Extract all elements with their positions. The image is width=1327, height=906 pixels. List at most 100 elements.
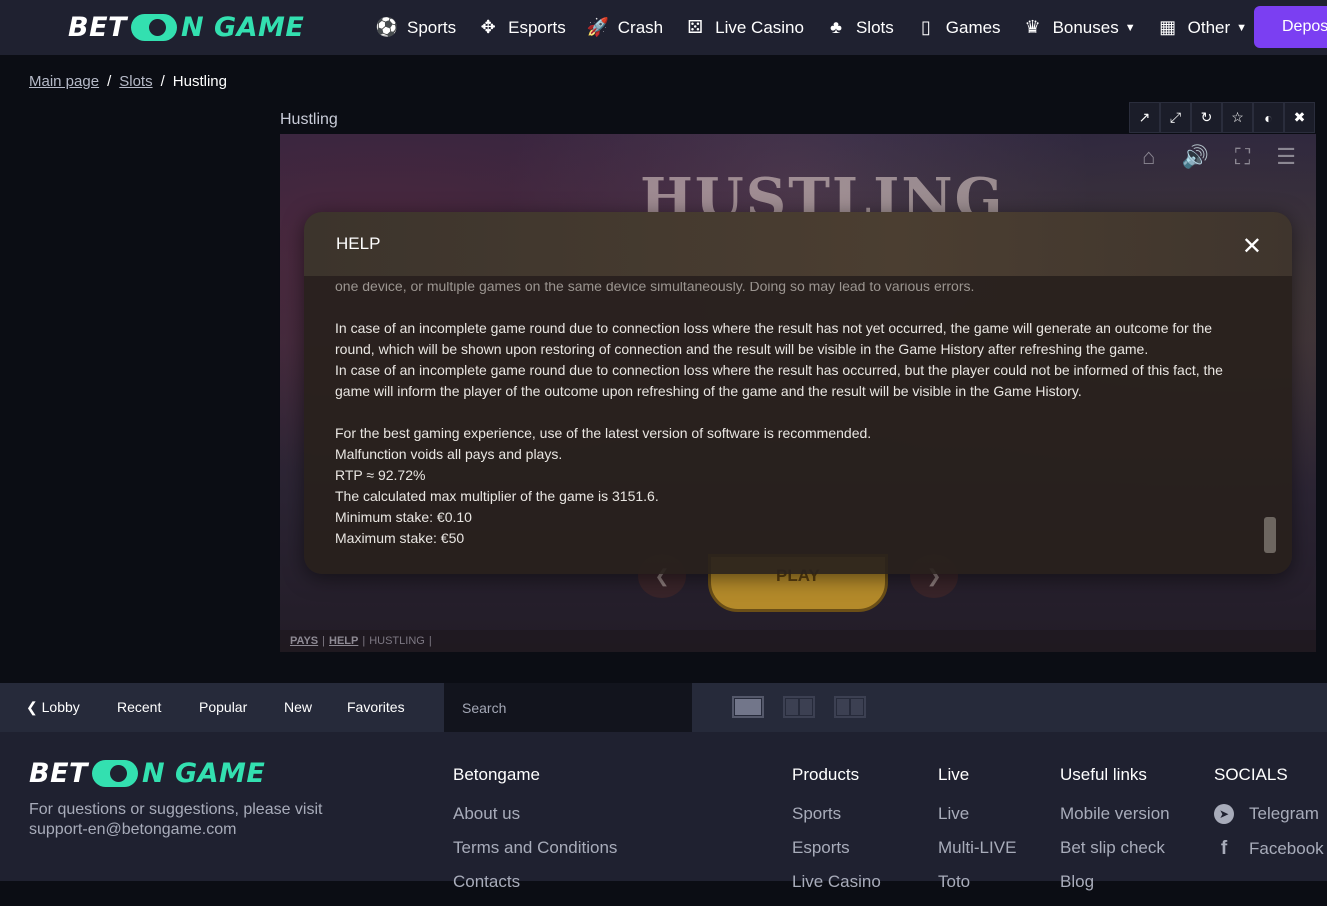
facebook-icon: f: [1220, 838, 1228, 859]
nav-item-sports[interactable]: ⚽ Sports: [376, 17, 456, 39]
lobby-label: Lobby: [41, 699, 80, 715]
nav-item-bonuses[interactable]: ♛ Bonuses ▼: [1022, 17, 1136, 39]
footer-column-useful-links: Useful links Mobile version Bet slip che…: [1060, 765, 1170, 906]
social-label: Facebook: [1249, 839, 1324, 858]
help-text: Malfunction voids all pays and plays.: [335, 446, 563, 462]
breadcrumb-separator: /: [107, 73, 112, 90]
footer-heading: Betongame: [453, 765, 540, 784]
deposit-button[interactable]: Depos: [1254, 6, 1327, 48]
game-nav-bar: ❮ Lobby Recent Popular New Favorites Sea…: [0, 683, 1327, 732]
footer-link[interactable]: Mobile version: [1060, 804, 1170, 824]
soccer-ball-icon: ⚽: [375, 17, 399, 37]
logo-text-bet: BET: [29, 757, 88, 789]
site-logo[interactable]: BET N GAME: [68, 11, 304, 43]
telegram-link[interactable]: ➤ Telegram: [1214, 804, 1324, 824]
footer-logo[interactable]: BET N GAME: [29, 757, 266, 789]
tab-new[interactable]: New: [284, 699, 312, 715]
support-email[interactable]: support-en@betongame.com: [29, 820, 322, 840]
dice-icon: ⚄: [687, 17, 703, 37]
footer-heading: Useful links: [1060, 765, 1147, 784]
social-label: Telegram: [1249, 804, 1319, 823]
footer-link[interactable]: Terms and Conditions: [453, 838, 617, 858]
logo-text-bet: BET: [68, 11, 127, 43]
gamepad-icon: ✥: [480, 17, 496, 37]
footer-heading: Products: [792, 765, 860, 784]
tab-popular[interactable]: Popular: [199, 699, 247, 715]
help-dialog-content: one device, or multiple games on the sam…: [335, 282, 1235, 549]
breadcrumb: Main page / Slots / Hustling: [29, 73, 227, 90]
close-icon[interactable]: ✖: [1284, 102, 1315, 133]
lobby-button[interactable]: ❮ Lobby: [26, 699, 80, 716]
help-text: round, which will be shown upon restorin…: [335, 341, 1149, 357]
layout-single-icon[interactable]: [732, 696, 764, 718]
sound-icon[interactable]: 🔊: [1181, 144, 1208, 170]
search-input[interactable]: Search: [444, 683, 692, 732]
footer-link[interactable]: Toto: [938, 872, 1016, 892]
nav-item-crash[interactable]: 🚀 Crash: [587, 17, 664, 39]
tab-recent[interactable]: Recent: [117, 699, 161, 715]
footer-link[interactable]: Blog: [1060, 872, 1170, 892]
facebook-link[interactable]: f Facebook: [1214, 838, 1324, 860]
breadcrumb-slots[interactable]: Slots: [119, 73, 152, 90]
breadcrumb-main-page[interactable]: Main page: [29, 73, 99, 90]
footer-link[interactable]: About us: [453, 804, 617, 824]
rtp-text: RTP ≈ 92.72%: [335, 467, 426, 483]
fullscreen-icon[interactable]: ⛶: [1235, 144, 1250, 170]
game-controls: ⌂ 🔊 ⛶ ☰: [1142, 144, 1296, 170]
chevron-down-icon: ▼: [1124, 21, 1136, 34]
min-stake-text: Minimum stake: €0.10: [335, 509, 472, 525]
home-icon[interactable]: ⌂: [1142, 144, 1155, 170]
game-footer: PAYS | HELP | HUSTLING |: [280, 630, 1316, 652]
external-link-icon[interactable]: ↗: [1129, 102, 1160, 133]
logo-toggle-icon: [130, 13, 177, 41]
footer-heading: SOCIALS: [1214, 765, 1288, 784]
footer-heading: Live: [938, 765, 970, 784]
logo-text-game: N GAME: [141, 757, 266, 789]
nav-label: Other: [1187, 17, 1231, 37]
breadcrumb-current: Hustling: [172, 73, 227, 90]
footer-description: For questions or suggestions, please vis…: [29, 800, 322, 840]
max-stake-text: Maximum stake: €50: [335, 530, 465, 546]
expand-icon[interactable]: ⤢: [1160, 102, 1191, 133]
chevron-left-icon: ❮: [26, 699, 42, 715]
nav-item-esports[interactable]: ✥ Esports: [477, 17, 566, 39]
footer-column-products: Products Sports Esports Live Casino: [792, 765, 881, 906]
tab-favorites[interactable]: Favorites: [347, 699, 405, 715]
footer-link[interactable]: Live: [938, 804, 1016, 824]
nav-item-live-casino[interactable]: ⚄ Live Casino: [684, 17, 804, 39]
footer-link[interactable]: Bet slip check: [1060, 838, 1170, 858]
close-icon[interactable]: ✕: [1242, 232, 1262, 261]
divider: |: [362, 635, 366, 647]
cherries-icon: ♣: [830, 17, 842, 37]
scrollbar-thumb[interactable]: [1264, 517, 1276, 553]
footer-column-betongame: Betongame About us Terms and Conditions …: [453, 765, 617, 906]
main-nav: ⚽ Sports ✥ Esports 🚀 Crash ⚄ Live Casino…: [376, 0, 1268, 55]
layout-double-icon[interactable]: [783, 696, 815, 718]
footer-link[interactable]: Sports: [792, 804, 881, 824]
nav-item-slots[interactable]: ♣ Slots: [825, 17, 894, 39]
footer-link[interactable]: Multi-LIVE: [938, 838, 1016, 858]
help-link[interactable]: HELP: [329, 635, 358, 647]
footer-link[interactable]: Live Casino: [792, 872, 881, 892]
footer-link[interactable]: Esports: [792, 838, 881, 858]
menu-icon[interactable]: ☰: [1276, 144, 1296, 170]
cards-icon: ▯: [920, 17, 931, 37]
toggle-icon[interactable]: ◐: [1253, 102, 1284, 133]
nav-label: Live Casino: [715, 17, 804, 37]
nav-item-games[interactable]: ▯ Games: [915, 17, 1001, 39]
game-title: Hustling: [280, 111, 338, 128]
help-text: In case of an incomplete game round due …: [335, 320, 1213, 336]
layout-quad-icon[interactable]: [834, 696, 866, 718]
max-multiplier-text: The calculated max multiplier of the gam…: [335, 488, 659, 504]
star-icon[interactable]: ☆: [1222, 102, 1253, 133]
nav-label: Slots: [855, 17, 894, 37]
game-footer-name: HUSTLING: [369, 635, 425, 647]
help-text: game will inform the player of the outco…: [335, 383, 1082, 399]
reload-icon[interactable]: ↻: [1191, 102, 1222, 133]
nav-item-other[interactable]: ▦ Other ▼: [1157, 17, 1247, 39]
pays-link[interactable]: PAYS: [290, 635, 318, 647]
divider: |: [428, 635, 432, 647]
footer-link[interactable]: Contacts: [453, 872, 617, 892]
help-dialog-title: HELP: [336, 234, 381, 253]
nav-label: Bonuses: [1052, 17, 1119, 37]
